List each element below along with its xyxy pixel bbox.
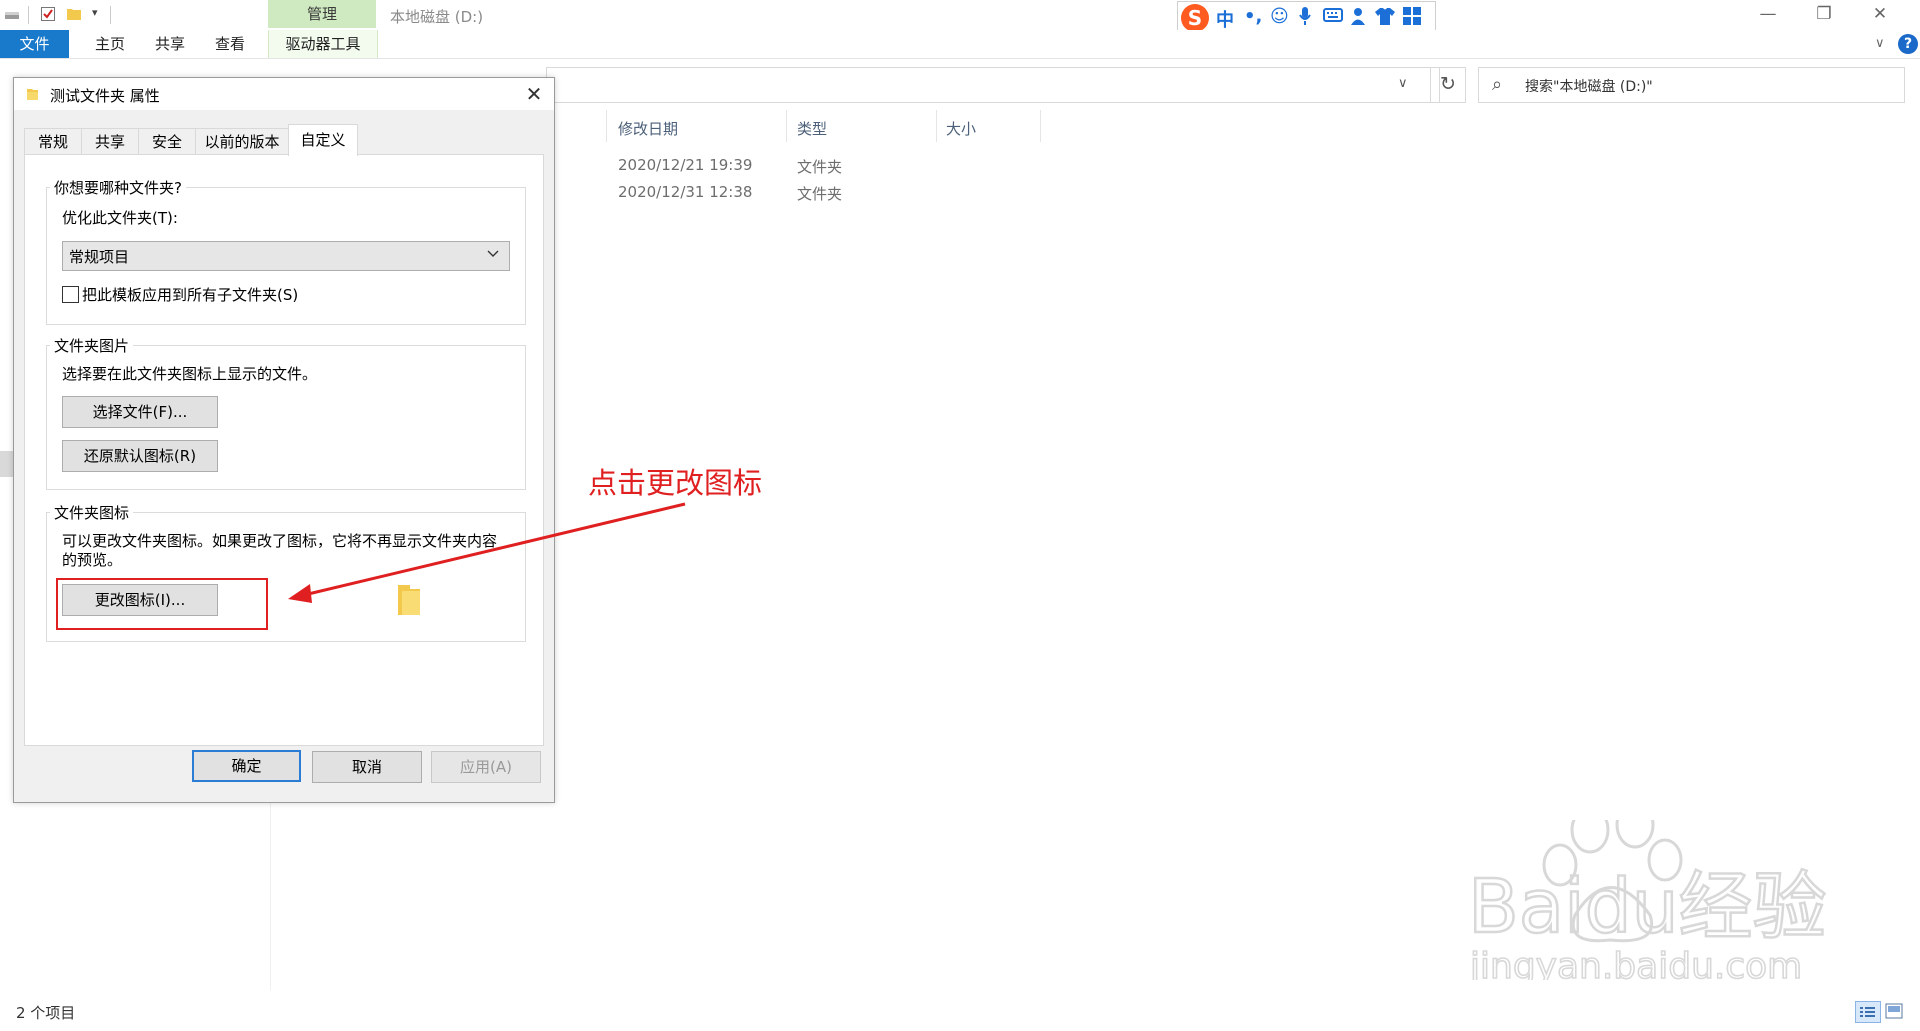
ime-toolbox-icon[interactable] (1402, 6, 1422, 31)
large-icons-view-icon[interactable] (1885, 1003, 1903, 1019)
ime-punctuation-icon[interactable]: •, (1244, 6, 1262, 27)
ribbon-collapse-chevron-icon[interactable]: ∨ (1875, 36, 1885, 51)
restore-default-button[interactable]: 还原默认图标(R) (62, 440, 218, 472)
search-placeholder[interactable]: 搜索"本地磁盘 (D:)" (1525, 76, 1653, 96)
tab-previous-versions[interactable]: 以前的版本 (195, 128, 289, 155)
qa-divider (28, 6, 29, 24)
column-separator[interactable] (936, 110, 937, 142)
watermark-brand: Baidu经验 (1468, 864, 1827, 950)
status-item-count: 2 个项目 (16, 1004, 76, 1022)
tab-share[interactable]: 共享 (140, 30, 200, 58)
sogou-logo-icon[interactable]: S (1181, 4, 1209, 32)
cancel-button[interactable]: 取消 (312, 751, 422, 783)
ime-chinese-mode[interactable]: 中 (1216, 6, 1234, 32)
folder-icon (27, 89, 38, 100)
table-row-type[interactable]: 文件夹 (797, 183, 842, 204)
properties-check-icon[interactable] (40, 6, 56, 22)
optimize-combobox-value: 常规项目 (69, 248, 130, 266)
tab-security[interactable]: 安全 (138, 128, 196, 155)
ime-skin-icon[interactable] (1374, 6, 1396, 31)
details-view-icon[interactable] (1855, 1001, 1881, 1023)
dialog-title: 测试文件夹 属性 (50, 87, 160, 105)
annotation-arrow-icon (288, 502, 686, 603)
optimize-label: 优化此文件夹(T): (62, 209, 178, 227)
ime-keyboard-icon[interactable] (1323, 6, 1343, 29)
folder-properties-dialog: 测试文件夹 属性 ✕ 常规 共享 安全 以前的版本 自定义 你想要哪种文件夹? … (13, 77, 555, 803)
chevron-down-icon (487, 247, 499, 261)
ime-user-icon[interactable] (1350, 6, 1368, 31)
new-folder-icon[interactable] (66, 6, 82, 22)
drive-icon[interactable] (4, 6, 20, 22)
folder-icon-group-label: 文件夹图标 (50, 502, 134, 523)
tab-sharing[interactable]: 共享 (81, 128, 139, 155)
nav-scroll-thumb[interactable] (0, 451, 14, 477)
folder-pictures-desc: 选择要在此文件夹图标上显示的文件。 (62, 365, 318, 383)
watermark-url: jingyan.baidu.com (1469, 946, 1802, 980)
close-window-button[interactable]: ✕ (1852, 0, 1908, 30)
column-separator[interactable] (1040, 110, 1041, 142)
table-row-date[interactable]: 2020/12/31 12:38 (618, 183, 752, 201)
window-title: 本地磁盘 (D:) (390, 8, 484, 26)
choose-file-button[interactable]: 选择文件(F)... (62, 396, 218, 428)
ok-button[interactable]: 确定 (192, 750, 301, 782)
column-header-type[interactable]: 类型 (797, 118, 827, 139)
tab-home[interactable]: 主页 (80, 30, 140, 58)
column-header-date[interactable]: 修改日期 (618, 118, 678, 139)
qa-divider (110, 6, 111, 24)
ime-voice-icon[interactable] (1298, 6, 1312, 30)
qa-customize-icon[interactable]: ▾ (92, 6, 98, 19)
table-row-date[interactable]: 2020/12/21 19:39 (618, 156, 752, 174)
ime-emoji-icon[interactable]: ☺ (1270, 6, 1289, 27)
apply-button[interactable]: 应用(A) (431, 751, 541, 783)
dialog-titlebar[interactable]: 测试文件夹 属性 ✕ (14, 78, 554, 110)
minimize-button[interactable]: — (1740, 0, 1796, 30)
highlight-box (56, 578, 268, 630)
help-icon[interactable]: ? (1898, 34, 1918, 54)
tab-general[interactable]: 常规 (24, 128, 82, 155)
annotation-text: 点击更改图标 (588, 466, 763, 500)
table-row-type[interactable]: 文件夹 (797, 156, 842, 177)
manage-context-tab[interactable]: 管理 (268, 0, 376, 28)
baidu-jingyan-watermark: Baidu经验 jingyan.baidu.com (1467, 820, 1828, 980)
apply-to-subfolders-checkbox[interactable] (62, 286, 79, 303)
address-bar[interactable] (546, 67, 1440, 103)
restore-button[interactable]: ❐ (1796, 0, 1852, 30)
folder-pictures-group-label: 文件夹图片 (50, 335, 134, 356)
tab-file[interactable]: 文件 (0, 30, 69, 58)
tab-drive-tools[interactable]: 驱动器工具 (268, 30, 378, 58)
dialog-close-button[interactable]: ✕ (520, 80, 548, 108)
folder-type-group-label: 你想要哪种文件夹? (50, 177, 186, 198)
tab-view[interactable]: 查看 (200, 30, 260, 58)
column-separator[interactable] (606, 110, 607, 142)
apply-to-subfolders-label[interactable]: 把此模板应用到所有子文件夹(S) (82, 284, 298, 305)
ribbon-tabs: 文件 主页 共享 查看 驱动器工具 (0, 30, 1920, 59)
column-separator[interactable] (786, 110, 787, 142)
folder-icon-desc-line2: 的预览。 (62, 551, 123, 569)
refresh-button[interactable]: ↻ (1430, 67, 1466, 103)
address-history-chevron-icon[interactable]: ∨ (1398, 76, 1408, 91)
search-icon: ⌕ (1492, 74, 1503, 95)
tab-customize[interactable]: 自定义 (288, 124, 358, 156)
optimize-combobox[interactable]: 常规项目 (62, 241, 510, 271)
column-header-size[interactable]: 大小 (946, 118, 976, 139)
